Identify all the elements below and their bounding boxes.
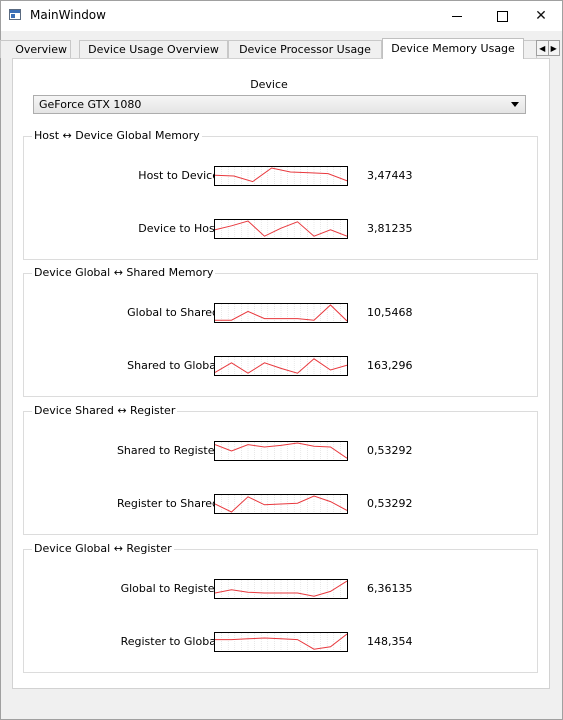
metric-value: 148,354 — [367, 635, 413, 648]
sparkline-chart — [214, 441, 348, 461]
tab-label: Overview — [15, 43, 67, 56]
sparkline-chart — [214, 303, 348, 323]
chevron-down-icon — [511, 102, 519, 107]
tab-overflow[interactable] — [523, 40, 537, 58]
close-icon: ✕ — [535, 8, 547, 24]
group-title: Device Shared ↔ Register — [32, 404, 178, 417]
tab-bar: Overview Device Usage Overview Device Pr… — [0, 38, 560, 59]
maximize-icon — [496, 10, 508, 22]
device-select-value: GeForce GTX 1080 — [39, 98, 142, 111]
window-title: MainWindow — [30, 8, 106, 22]
metric-value: 10,5468 — [367, 306, 413, 319]
tab-overview[interactable]: Overview — [0, 40, 71, 58]
group-title: Device Global ↔ Register — [32, 542, 174, 555]
metric-label: Register to Shared — [116, 497, 219, 510]
metric-label: Global to Shared — [127, 306, 219, 319]
metric-value: 0,53292 — [367, 444, 413, 457]
metric-label: Shared to Global — [127, 359, 219, 372]
title-bar[interactable]: MainWindow ✕ — [1, 1, 562, 31]
metric-value: 163,296 — [367, 359, 413, 372]
group-box: Device Global ↔ Shared Memory Global to S… — [23, 266, 538, 397]
metric-value: 6,36135 — [367, 582, 413, 595]
metric-label: Register to Global — [120, 635, 219, 648]
tab-scroll-buttons: ◀ ▶ — [536, 40, 560, 56]
tab-label: Device Processor Usage — [239, 43, 371, 56]
tab-label: Device Usage Overview — [88, 43, 219, 56]
metric-label: Shared to Register — [116, 444, 219, 457]
tab-device-memory-usage[interactable]: Device Memory Usage — [382, 38, 524, 59]
metric-value: 3,47443 — [367, 169, 413, 182]
sparkline-chart — [214, 632, 348, 652]
metric-value: 0,53292 — [367, 497, 413, 510]
sparkline-chart — [214, 219, 348, 239]
group-box: Device Global ↔ Register Global to Regist… — [23, 542, 538, 673]
device-select[interactable]: GeForce GTX 1080 — [33, 95, 526, 114]
scroll-left-icon[interactable]: ◀ — [537, 41, 548, 55]
sparkline-chart — [214, 579, 348, 599]
group-title: Host ↔ Device Global Memory — [32, 129, 202, 142]
minimize-button[interactable] — [434, 1, 480, 31]
group-box: Host ↔ Device Global Memory Host to Devic… — [23, 129, 538, 260]
close-button[interactable]: ✕ — [518, 1, 563, 31]
tab-device-usage-overview[interactable]: Device Usage Overview — [79, 40, 228, 58]
device-label: Device — [250, 78, 288, 91]
sparkline-chart — [214, 166, 348, 186]
metric-label: Host to Device — [138, 169, 219, 182]
sparkline-chart — [214, 494, 348, 514]
group-title: Device Global ↔ Shared Memory — [32, 266, 216, 279]
app-window-icon — [9, 9, 21, 20]
tab-device-processor-usage[interactable]: Device Processor Usage — [228, 40, 382, 58]
scroll-right-icon[interactable]: ▶ — [547, 41, 560, 55]
metric-value: 3,81235 — [367, 222, 413, 235]
tab-label: Device Memory Usage — [391, 42, 515, 55]
metric-label: Device to Host — [138, 222, 219, 235]
minimize-icon — [452, 15, 462, 17]
group-box: Device Shared ↔ Register Shared to Regist… — [23, 404, 538, 535]
sparkline-chart — [214, 356, 348, 376]
metric-label: Global to Register — [120, 582, 219, 595]
